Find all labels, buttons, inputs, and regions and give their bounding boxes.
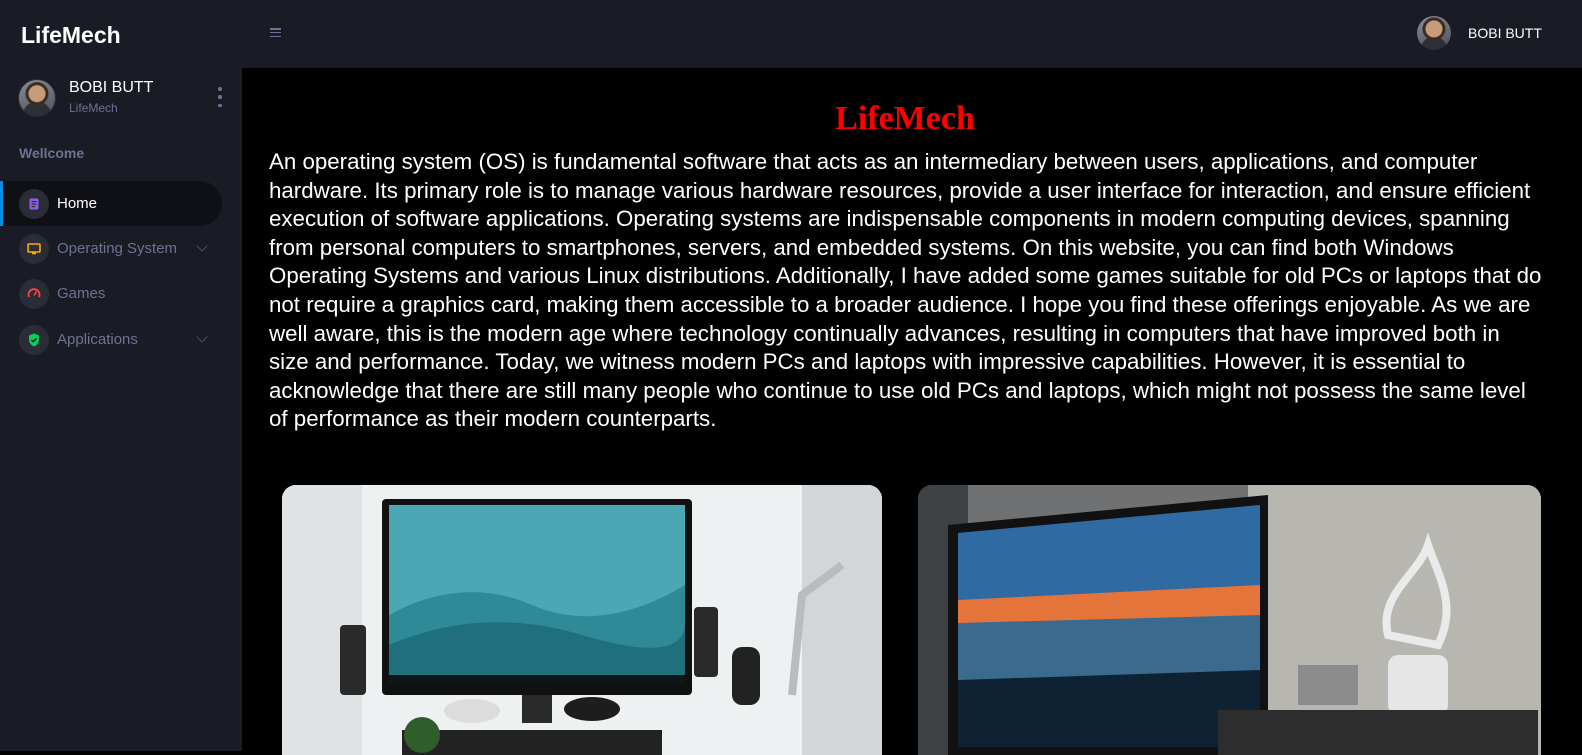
laptop-icon	[19, 233, 49, 264]
main-content: LifeMech An operating system (OS) is fun…	[242, 68, 1582, 755]
document-icon	[19, 188, 49, 219]
monitor-landscape-image	[918, 485, 1541, 755]
desktop-pc-image	[282, 485, 882, 755]
chevron-down-icon	[196, 240, 208, 252]
profile-name: BOBI BUTT	[69, 79, 154, 96]
profile-subtitle: LifeMech	[69, 101, 118, 115]
menu-toggle-icon[interactable]	[270, 28, 281, 37]
sidebar-item-label: Games	[57, 285, 106, 302]
page-title: LifeMech	[835, 100, 975, 137]
sidebar-item-operating-system[interactable]: Operating System	[0, 226, 222, 271]
avatar[interactable]	[18, 79, 56, 117]
nav-section-label: Wellcome	[19, 145, 85, 161]
shield-icon	[19, 324, 49, 355]
avatar[interactable]	[1417, 16, 1451, 50]
more-options-icon[interactable]	[212, 87, 228, 107]
speedometer-icon	[19, 278, 49, 309]
sidebar-item-applications[interactable]: Applications	[0, 317, 222, 362]
sidebar-item-games[interactable]: Games	[0, 271, 222, 316]
sidebar-item-label: Home	[57, 195, 98, 212]
sidebar-item-label: Applications	[57, 331, 138, 348]
user-name[interactable]: BOBI BUTT	[1468, 25, 1542, 41]
sidebar-item-home[interactable]: Home	[0, 181, 222, 226]
brand-logo[interactable]: LifeMech	[21, 22, 121, 49]
chevron-down-icon	[196, 331, 208, 343]
top-navbar: BOBI BUTT	[242, 0, 1582, 68]
sidebar-item-label: Operating System	[57, 240, 178, 257]
sidebar-profile: BOBI BUTT LifeMech	[18, 79, 228, 119]
intro-paragraph: An operating system (OS) is fundamental …	[269, 149, 1542, 432]
sidebar: LifeMech BOBI BUTT LifeMech Wellcome Hom…	[0, 0, 242, 751]
